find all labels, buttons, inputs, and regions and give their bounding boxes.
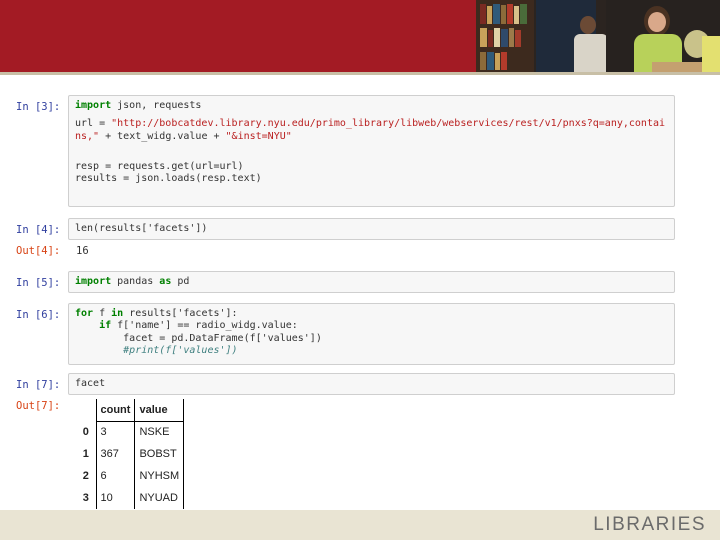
code-line: facet = pd.DataFrame(f['values']) [75, 332, 322, 344]
cell-4-output: 16 [76, 245, 89, 257]
code-line: if f['name'] == radio_widg.value: [75, 320, 298, 332]
count-cell: 367 [95, 443, 136, 465]
code-line: len(results['facets']) [75, 223, 208, 234]
cell-5-in-prompt: In [5]: [16, 277, 61, 289]
cell-7-out-prompt: Out[7]: [16, 400, 61, 412]
code-line: for f in results['facets']: [75, 308, 238, 319]
column-header-count: count [95, 399, 136, 422]
value-cell: NYHSM [134, 465, 185, 487]
cell-7-in-prompt: In [7]: [16, 379, 61, 391]
count-cell: 6 [95, 465, 136, 487]
cell-4-input[interactable]: len(results['facets']) [68, 218, 675, 240]
cell-6-in-prompt: In [6]: [16, 309, 61, 321]
cell-3-input[interactable]: import json, requests url = "http://bobc… [68, 95, 675, 207]
row-index: 2 [82, 470, 89, 482]
table-row: 0 3 NSKE [76, 421, 185, 443]
table-header-row: count value [76, 399, 185, 422]
header-divider [0, 72, 720, 75]
cell-6-input[interactable]: for f in results['facets']: if f['name']… [68, 303, 675, 365]
count-cell: 10 [95, 487, 136, 509]
code-line: ns," + text_widg.value + "&inst=NYU" [75, 130, 292, 142]
code-line: import json, requests [75, 100, 202, 111]
cell-7-input[interactable]: facet [68, 373, 675, 395]
table-row: 2 6 NYHSM [76, 465, 185, 487]
code-line: results = json.loads(resp.text) [75, 173, 262, 185]
libraries-logo: LIBRARIES [593, 514, 706, 535]
value-cell: BOBST [134, 443, 185, 465]
dataframe-table: count value 0 3 NSKE 1 367 BOBST 2 6 NYH… [76, 399, 185, 509]
row-index: 1 [82, 448, 89, 460]
cell-4-out-prompt: Out[4]: [16, 245, 61, 257]
code-line: facet [75, 378, 106, 389]
value-cell: NSKE [134, 421, 185, 443]
value-cell: NYUAD [134, 487, 185, 509]
cell-3-in-prompt: In [3]: [16, 101, 61, 113]
table-row: 3 10 NYUAD [76, 487, 185, 509]
table-row: 1 367 BOBST [76, 443, 185, 465]
row-index: 3 [82, 492, 89, 504]
index-header [76, 399, 96, 421]
count-cell: 3 [95, 421, 136, 443]
cell-4-in-prompt: In [4]: [16, 224, 61, 236]
row-index: 0 [82, 426, 89, 438]
column-header-value: value [134, 399, 185, 422]
cell-5-input[interactable]: import pandas as pd [68, 271, 675, 293]
code-line: url = "http://bobcatdev.library.nyu.edu/… [75, 118, 666, 130]
code-line: import pandas as pd [75, 276, 190, 287]
library-students-photo [476, 0, 720, 72]
code-comment: #print(f['values']) [75, 344, 238, 356]
code-line: resp = requests.get(url=url) [75, 160, 244, 172]
